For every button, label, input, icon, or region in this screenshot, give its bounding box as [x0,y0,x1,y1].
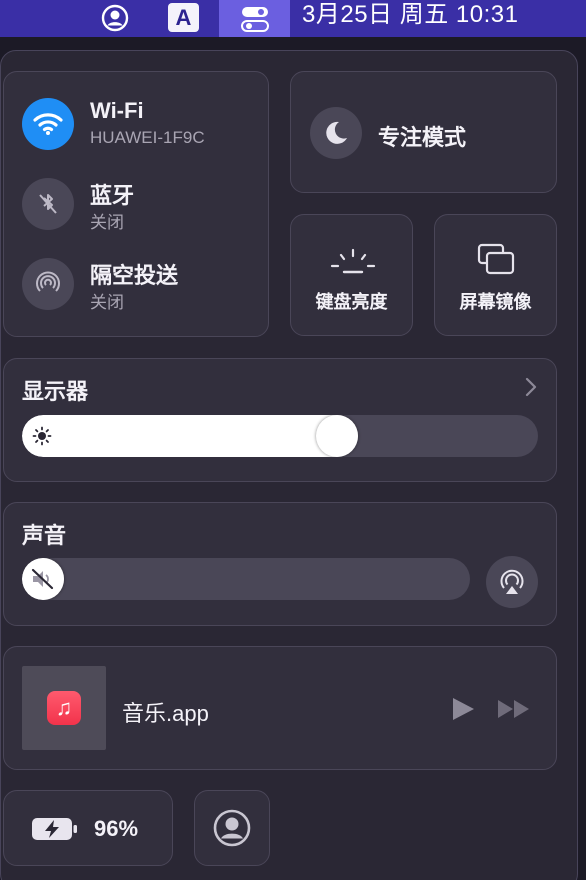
control-center-icon[interactable] [219,0,290,37]
user-icon[interactable] [100,4,130,32]
brightness-slider[interactable] [22,415,538,457]
brightness-slider-fill [22,415,358,457]
bluetooth-status: 关闭 [90,213,124,232]
focus-mode-button[interactable] [310,107,362,159]
wifi-network-name: HUAWEI-1F9C [90,128,205,147]
airdrop-status: 关闭 [90,293,124,312]
menu-clock[interactable]: 3月25日 周五 10:31 [302,0,518,37]
fast-forward-icon[interactable] [496,698,532,725]
wifi-icon [33,113,63,135]
sun-icon [32,426,52,451]
bluetooth-title[interactable]: 蓝牙 [90,178,134,210]
menu-bar: A 3月25日 周五 10:31 [0,0,586,37]
sound-title: 声音 [22,523,67,548]
wifi-toggle[interactable] [22,98,74,150]
music-app-icon: ♫ [47,691,81,725]
screen-mirroring-icon [477,243,515,280]
speaker-muted-icon [30,568,56,595]
display-title: 显示器 [22,379,89,404]
input-source-icon[interactable]: A [168,3,199,32]
airdrop-toggle[interactable] [22,258,74,310]
keyboard-brightness-icon [330,248,376,281]
airdrop-title[interactable]: 隔空投送 [90,258,178,290]
moon-icon [326,121,347,144]
airplay-audio-button[interactable] [486,556,538,608]
airdrop-icon [36,271,60,292]
bluetooth-off-icon [39,194,57,214]
chevron-right-icon[interactable] [524,377,538,402]
album-artwork[interactable]: ♫ [22,666,106,750]
battery-charging-icon [30,815,80,848]
volume-slider[interactable] [22,558,470,600]
airplay-audio-icon [500,569,524,594]
play-icon[interactable] [450,696,476,727]
user-switch-icon [212,808,252,853]
screen-mirroring-label: 屏幕镜像 [459,292,532,312]
keyboard-brightness-label: 键盘亮度 [315,292,388,312]
battery-tile[interactable] [3,790,173,866]
battery-percent: 96% [94,816,139,841]
wifi-title[interactable]: Wi-Fi [90,98,144,124]
focus-mode-label: 专注模式 [378,125,467,150]
bluetooth-toggle[interactable] [22,178,74,230]
now-playing-app: 音乐.app [122,701,209,726]
brightness-slider-knob[interactable] [315,415,358,457]
